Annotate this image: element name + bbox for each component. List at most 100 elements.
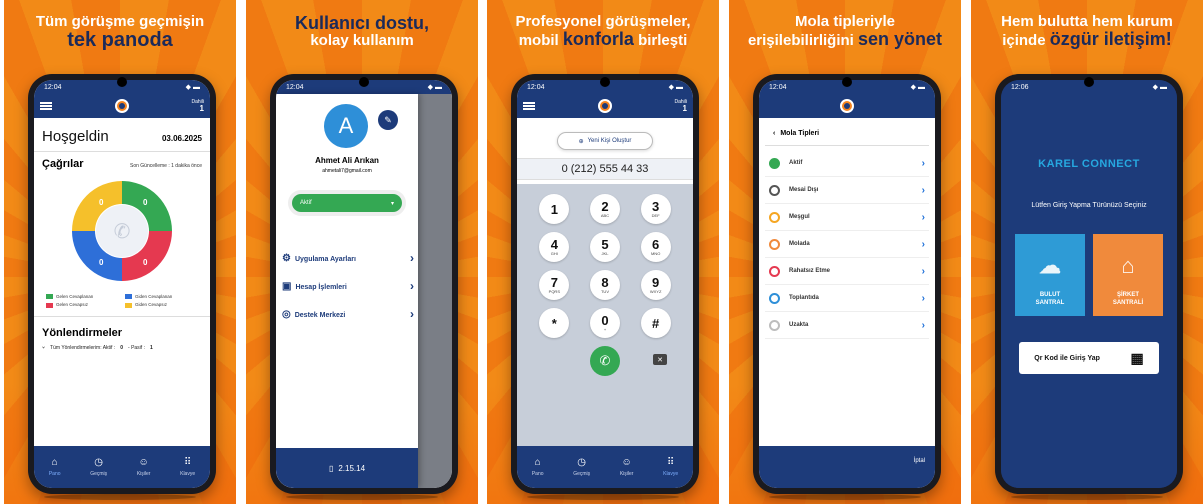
- break-item-dnd[interactable]: Rahatsız Etme ›: [765, 258, 929, 285]
- donut-value: 0: [143, 258, 148, 267]
- edit-icon[interactable]: ✎: [378, 110, 398, 130]
- break-item-away[interactable]: Uzakta ›: [765, 312, 929, 339]
- key-9[interactable]: 9 WXYZ: [640, 270, 671, 300]
- camera-notch: [600, 77, 610, 87]
- chevron-right-icon: ›: [921, 238, 925, 250]
- radio-icon: [769, 265, 780, 277]
- break-types-header[interactable]: ‹ Mola Tipleri: [765, 118, 929, 146]
- panel-profile-drawer: Kullanıcı dostu, kolay kullanım 12:04 ◆ ▬…: [246, 0, 478, 504]
- key-0[interactable]: 0 +: [589, 308, 620, 338]
- key-1[interactable]: 1: [539, 194, 570, 224]
- tab-klavye[interactable]: ⠿ Klavye: [663, 457, 678, 477]
- menu-item-app-settings[interactable]: ⚙ Uygulama Ayarları ›: [282, 244, 414, 272]
- radio-icon: [769, 211, 780, 223]
- phone-shadow: [286, 494, 438, 500]
- status-dropdown[interactable]: Aktif ▾: [292, 194, 402, 212]
- key-5[interactable]: 5 JKL: [589, 232, 620, 262]
- key-2[interactable]: 2 ABC: [589, 194, 620, 224]
- signal-icon: ◆ ▬: [1152, 84, 1167, 91]
- cloud-switchboard-button[interactable]: ☁ BULUT SANTRAL: [1015, 234, 1085, 316]
- tab-pano[interactable]: ⌂ Pano: [532, 457, 544, 477]
- phone-frame: 12:04 ◆ ▬ Dahili 1 ⊕ Yeni Kişi Oluştur 0 (2…: [511, 74, 699, 494]
- building-server-icon: ⌂: [1121, 252, 1135, 278]
- cloud-server-icon: ☁: [1039, 252, 1061, 278]
- calls-header: Çağrılar Son Güncelleme : 1 dakika önce: [34, 152, 210, 170]
- headline: Kullanıcı dostu, kolay kullanım: [294, 13, 429, 49]
- app-bar: Dahili 1: [34, 94, 210, 118]
- app-bar: Dahili 1: [517, 94, 693, 118]
- welcome-row: Hoşgeldin 03.06.2025: [34, 118, 210, 152]
- extension-badge: Dahili 1: [191, 98, 204, 113]
- headline: Mola tipleriyle erişilebilirliğini sen y…: [747, 13, 943, 49]
- dialed-number[interactable]: 0 (212) 555 44 33: [517, 158, 693, 180]
- phone-icon: ✆: [114, 219, 131, 243]
- tab-pano[interactable]: ⌂ Pano: [49, 457, 61, 477]
- key-4[interactable]: 4 GHI: [539, 232, 570, 262]
- phone-frame: 12:06 ◆ ▬ KAREL CONNECT Lütfen Giriş Yapm…: [995, 74, 1183, 494]
- tab-kisiler[interactable]: ☺ Kişiler: [620, 457, 634, 477]
- chevron-right-icon: ›: [921, 184, 925, 196]
- chevron-left-icon: ‹: [773, 130, 776, 137]
- break-item-busy[interactable]: Meşgul ›: [765, 204, 929, 231]
- chevron-right-icon: ›: [410, 279, 414, 293]
- key-star[interactable]: *: [539, 308, 570, 338]
- panel-dialpad: Profesyonel görüşmeler, mobil konforla b…: [487, 0, 719, 504]
- app-logo-icon: [114, 99, 129, 113]
- redirects-summary[interactable]: ⑂ Tüm Yönlendirmelerim: Aktif : 0 - Pasi…: [34, 339, 210, 357]
- menu-icon[interactable]: [523, 102, 535, 110]
- key-7[interactable]: 7 PQRS: [539, 270, 570, 300]
- radio-icon: [769, 184, 780, 196]
- qr-login-button[interactable]: Qr Kod ile Giriş Yap ▦: [1019, 342, 1159, 374]
- contacts-icon: ☺: [138, 457, 149, 468]
- camera-notch: [842, 77, 852, 87]
- menu-item-account[interactable]: ▣ Hesap İşlemleri ›: [282, 272, 414, 300]
- tab-gecmis[interactable]: ◷ Geçmiş: [90, 457, 107, 477]
- camera-notch: [1084, 77, 1094, 87]
- call-button[interactable]: ✆: [590, 346, 620, 376]
- menu-icon[interactable]: [40, 102, 52, 110]
- tab-klavye[interactable]: ⠿ Klavye: [180, 457, 195, 477]
- company-switchboard-button[interactable]: ⌂ ŞİRKET SANTRALİ: [1093, 234, 1163, 316]
- user-email: ahmetali7@gmail.com: [322, 168, 372, 174]
- phone-screen: 12:04 ◆ ▬ Dahili 1 Hoşgeldin 03.06.2025 Ça…: [34, 80, 210, 488]
- phone-shadow: [527, 494, 679, 500]
- legend-item: Gelen Cevapsız: [46, 302, 119, 308]
- break-item-active[interactable]: Aktif ›: [765, 150, 929, 177]
- key-3[interactable]: 3 DEF: [640, 194, 671, 224]
- panel-break-types: Mola tipleriyle erişilebilirliğini sen y…: [729, 0, 961, 504]
- welcome-text: Hoşgeldin: [42, 128, 109, 145]
- signal-icon: ◆ ▬: [668, 84, 683, 91]
- key-8[interactable]: 8 TUV: [589, 270, 620, 300]
- signal-icon: ◆ ▬: [910, 84, 925, 91]
- phone-shadow: [769, 494, 921, 500]
- phone-frame: 12:04 ◆ ▬ Dahili 1 Hoşgeldin 03.06.2025 Ça…: [28, 74, 216, 494]
- avatar[interactable]: A: [324, 104, 368, 148]
- radio-icon: [769, 319, 780, 331]
- tab-gecmis[interactable]: ◷ Geçmiş: [573, 457, 590, 477]
- radio-icon: [769, 238, 780, 250]
- phone-screen: 12:06 ◆ ▬ KAREL CONNECT Lütfen Giriş Yapm…: [1001, 80, 1177, 488]
- break-item-meeting[interactable]: Toplantıda ›: [765, 285, 929, 312]
- key-6[interactable]: 6 MNO: [640, 232, 671, 262]
- cancel-button[interactable]: İptal: [914, 458, 925, 464]
- extension-badge: Dahili 1: [674, 98, 687, 113]
- bottom-tab-bar: ⌂ Pano ◷ Geçmiş ☺ Kişiler ⠿ Klavye: [517, 446, 693, 488]
- menu-item-support[interactable]: ◎ Destek Merkezi ›: [282, 300, 414, 328]
- radio-icon: [769, 292, 780, 304]
- contacts-icon: ☺: [621, 457, 632, 468]
- signal-icon: ◆ ▬: [427, 84, 442, 91]
- legend-item: Gelen Cevaplanan: [46, 294, 119, 300]
- chevron-right-icon: ›: [410, 251, 414, 265]
- keypad-icon: ⠿: [666, 457, 675, 468]
- app-logo-icon: [840, 99, 854, 113]
- chevron-right-icon: ›: [921, 292, 925, 304]
- backspace-icon[interactable]: ✕: [653, 354, 667, 365]
- cancel-bar: İptal: [759, 446, 935, 488]
- new-contact-button[interactable]: ⊕ Yeni Kişi Oluştur: [557, 132, 653, 150]
- headline: Profesyonel görüşmeler, mobil konforla b…: [515, 13, 691, 49]
- calls-title: Çağrılar: [42, 158, 84, 170]
- tab-kisiler[interactable]: ☺ Kişiler: [137, 457, 151, 477]
- break-item-off-hours[interactable]: Mesai Dışı ›: [765, 177, 929, 204]
- break-item-on-break[interactable]: Molada ›: [765, 231, 929, 258]
- key-hash[interactable]: #: [640, 308, 671, 338]
